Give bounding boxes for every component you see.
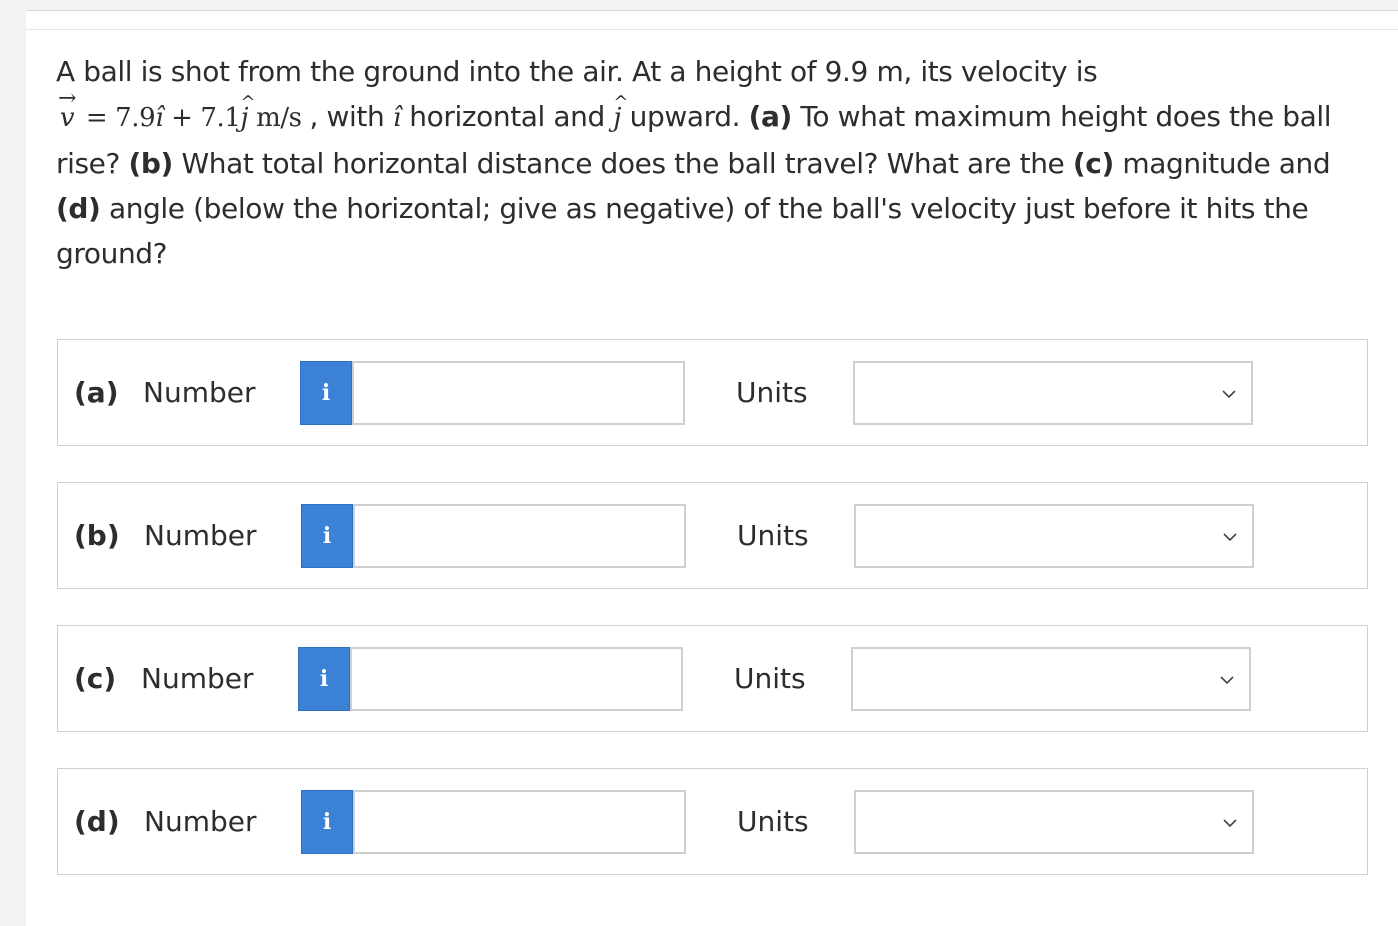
chevron-down-icon: [1220, 676, 1234, 685]
part-label-a: (a): [74, 376, 119, 409]
answer-row-b: (b) Number i Units: [57, 482, 1368, 589]
number-input-b[interactable]: [353, 504, 686, 568]
number-label-c: Number: [141, 662, 254, 695]
units-select-c[interactable]: [851, 647, 1251, 711]
answer-row-c: (c) Number i Units: [57, 625, 1368, 732]
answer-row-d: (d) Number i Units: [57, 768, 1368, 875]
answer-row-a: (a) Number i Units: [57, 339, 1368, 446]
divider: [26, 29, 1398, 30]
question-line1: A ball is shot from the ground into the …: [56, 55, 1098, 88]
number-label-a: Number: [143, 376, 256, 409]
part-label-b: (b): [74, 519, 120, 552]
left-gutter: [0, 0, 26, 926]
units-select-d[interactable]: [854, 790, 1254, 854]
units-label-c: Units: [734, 662, 806, 695]
question-text: A ball is shot from the ground into the …: [56, 49, 1366, 276]
chevron-down-icon: [1223, 533, 1237, 542]
info-icon[interactable]: i: [298, 647, 350, 711]
number-label-b: Number: [144, 519, 257, 552]
units-label-d: Units: [737, 805, 809, 838]
velocity-equation: v = 7.9î + 7.1j m/s: [56, 76, 310, 133]
chevron-down-icon: [1222, 390, 1236, 399]
number-input-a[interactable]: [352, 361, 685, 425]
info-icon[interactable]: i: [300, 361, 352, 425]
chevron-down-icon: [1223, 819, 1237, 828]
number-label-d: Number: [144, 805, 257, 838]
units-select-b[interactable]: [854, 504, 1254, 568]
info-icon[interactable]: i: [301, 790, 353, 854]
part-label-c: (c): [74, 662, 117, 695]
part-label-d: (d): [74, 805, 120, 838]
units-select-a[interactable]: [853, 361, 1253, 425]
top-bar: [26, 0, 1398, 11]
units-label-a: Units: [736, 376, 808, 409]
number-input-c[interactable]: [350, 647, 683, 711]
info-icon[interactable]: i: [301, 504, 353, 568]
units-label-b: Units: [737, 519, 809, 552]
number-input-d[interactable]: [353, 790, 686, 854]
v-vector-symbol: v: [56, 76, 78, 141]
